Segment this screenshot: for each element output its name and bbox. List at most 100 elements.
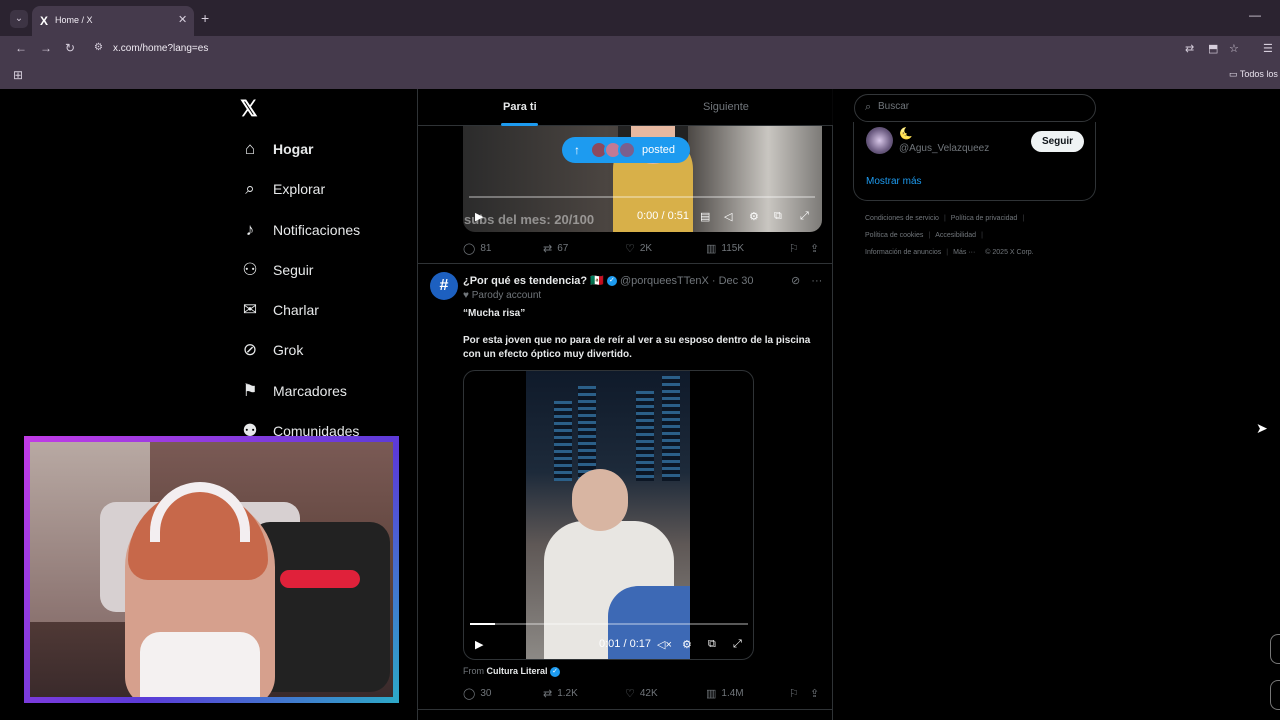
footer-link-terms[interactable]: Condiciones de servicio xyxy=(865,215,939,222)
nav-item-bookmarks[interactable]: ⚑ Marcadores xyxy=(240,378,347,404)
tab-following[interactable]: Siguiente xyxy=(703,101,749,113)
retweet-button[interactable]: ⇄ 67 xyxy=(543,242,568,255)
muted-volume-icon[interactable]: ◁× xyxy=(657,638,672,651)
new-posts-pill[interactable]: ↑ posted xyxy=(562,137,690,163)
avatar[interactable] xyxy=(866,127,893,154)
bookmark-button[interactable]: ⚐ xyxy=(789,242,804,255)
video-frame-detail xyxy=(554,401,572,481)
flag-icon: 🇲🇽 xyxy=(590,275,604,287)
forward-arrow-icon[interactable]: → xyxy=(40,41,52,55)
install-app-icon[interactable]: ⬒ xyxy=(1208,42,1218,55)
tab-for-you[interactable]: Para ti xyxy=(503,101,537,113)
tab-search-button[interactable]: ⌄ xyxy=(10,10,28,28)
nav-label: Marcadores xyxy=(273,383,347,399)
grok-icon: ⊘ xyxy=(242,340,258,359)
nav-item-explore[interactable]: ⌕ Explorar xyxy=(240,176,325,202)
grok-icon[interactable]: ⊘ xyxy=(791,275,800,287)
fullscreen-icon[interactable]: ⤢ xyxy=(800,210,809,223)
pip-icon[interactable]: ⧉ xyxy=(774,210,782,223)
play-icon[interactable]: ▶ xyxy=(475,210,483,223)
video-progress-fill xyxy=(470,623,495,625)
footer-link-privacy[interactable]: Política de privacidad xyxy=(951,215,1018,222)
settings-gear-icon[interactable]: ⚙ xyxy=(682,638,692,651)
nav-item-grok[interactable]: ⊘ Grok xyxy=(240,337,303,363)
extensions-icon[interactable]: ☰ xyxy=(1263,42,1273,55)
bookmark-folder[interactable]: ▭ Todos los xyxy=(1229,69,1278,80)
search-input[interactable] xyxy=(878,101,1078,112)
browser-toolbar: ← → ↻ ⚙ x.com/home?lang=es ⇄ ⬒ ☆ ☰ xyxy=(0,36,1280,62)
nav-item-messages[interactable]: ✉ Charlar xyxy=(240,297,319,323)
new-tab-button[interactable]: + xyxy=(201,10,209,26)
edge-handle[interactable] xyxy=(1270,680,1280,710)
pip-icon[interactable]: ⧉ xyxy=(708,638,716,651)
show-more-link[interactable]: Mostrar más xyxy=(866,176,922,187)
video-frame-detail xyxy=(578,386,596,481)
edge-handle[interactable] xyxy=(1270,634,1280,664)
view-count: 1.4M xyxy=(721,688,744,699)
footer-links: Condiciones de servicio | Política de priv… xyxy=(865,215,1025,222)
views-button[interactable]: ▥ 115K xyxy=(706,242,744,255)
footer-link-ads[interactable]: Información de anuncios xyxy=(865,249,941,256)
source-name[interactable]: Cultura Literal xyxy=(487,666,548,676)
analytics-icon: ▥ xyxy=(706,243,717,255)
views-button[interactable]: ▥ 1.4M xyxy=(706,687,744,700)
mask-icon: ♥ xyxy=(463,290,469,301)
active-tab-indicator xyxy=(501,123,538,126)
footer-link-accessibility[interactable]: Accesibilidad xyxy=(935,232,976,239)
browser-tab[interactable]: X Home / X ✕ xyxy=(32,6,194,36)
reload-icon[interactable]: ↻ xyxy=(65,41,75,55)
share-button[interactable]: ⇪ xyxy=(810,242,824,255)
footer-link-more[interactable]: Más ··· xyxy=(953,249,975,256)
reply-button[interactable]: ◯ 30 xyxy=(463,687,491,700)
x-favicon-icon: X xyxy=(40,14,49,28)
nav-item-home[interactable]: ⌂ Hogar xyxy=(240,136,314,162)
nav-label: Explorar xyxy=(273,181,326,197)
video-source: From Cultura Literal ✓ xyxy=(463,666,561,677)
nav-item-follow[interactable]: ⚇ Seguir xyxy=(240,257,313,283)
video-progress-bar[interactable] xyxy=(469,196,815,198)
nav-item-notifications[interactable]: ♪ Notificaciones xyxy=(240,217,360,243)
avatar[interactable]: # xyxy=(430,272,458,300)
fullscreen-icon[interactable]: ⤢ xyxy=(733,638,742,651)
address-bar[interactable]: x.com/home?lang=es xyxy=(113,43,208,54)
retweet-button[interactable]: ⇄ 1.2K xyxy=(543,687,578,700)
nav-label: Notificaciones xyxy=(273,222,361,238)
apps-grid-icon[interactable]: ⊞ xyxy=(13,68,23,82)
author-handle[interactable]: @porqueesTTenX xyxy=(620,275,709,287)
play-icon[interactable]: ▶ xyxy=(475,638,483,651)
minimize-window-button[interactable]: — xyxy=(1249,8,1261,22)
captions-icon[interactable]: ▤ xyxy=(700,210,710,223)
site-settings-icon[interactable]: ⚙ xyxy=(94,42,103,53)
translate-icon[interactable]: ⇄ xyxy=(1185,42,1194,55)
video-progress-bar[interactable] xyxy=(470,623,748,625)
home-timeline: Para ti Siguiente ↑ posted subs del mes:… xyxy=(417,89,833,720)
like-count: 42K xyxy=(639,688,658,699)
more-options-icon[interactable]: ··· xyxy=(811,275,822,287)
video-player[interactable]: ▶ 0:01 / 0:17 ◁× ⚙ ⧉ ⤢ xyxy=(463,370,754,660)
settings-gear-icon[interactable]: ⚙ xyxy=(749,210,759,223)
bookmark-button[interactable]: ⚐ xyxy=(789,687,804,700)
share-icon: ⇪ xyxy=(810,243,820,255)
parody-label: ♥ Parody account xyxy=(463,290,541,301)
x-logo-icon[interactable]: 𝕏 xyxy=(240,96,258,122)
back-arrow-icon[interactable]: ← xyxy=(15,41,27,55)
footer-link-cookies[interactable]: Política de cookies xyxy=(865,232,923,239)
suggested-handle[interactable]: @Agus_Velazqueez xyxy=(899,143,989,154)
share-button[interactable]: ⇪ xyxy=(810,687,824,700)
volume-icon[interactable]: ◁ xyxy=(724,210,732,223)
tweet-date[interactable]: · Dec 30 xyxy=(712,275,754,287)
close-tab-icon[interactable]: ✕ xyxy=(178,13,187,26)
like-button[interactable]: ♡ 2K xyxy=(625,242,652,255)
bookmark-star-icon[interactable]: ☆ xyxy=(1229,42,1239,55)
browser-tab-bar: ⌄ X Home / X ✕ + — xyxy=(0,0,1280,36)
follow-button[interactable]: Seguir xyxy=(1031,131,1084,152)
like-button[interactable]: ♡ 42K xyxy=(625,687,658,700)
author-name[interactable]: ¿Por qué es tendencia? xyxy=(463,275,587,287)
search-box[interactable]: ⌕ xyxy=(854,94,1096,122)
reply-icon: ◯ xyxy=(463,243,476,255)
retweet-icon: ⇄ xyxy=(543,688,553,700)
video-time: 0:00 / 0:51 xyxy=(637,210,689,222)
reply-button[interactable]: ◯ 81 xyxy=(463,242,491,255)
share-icon: ⇪ xyxy=(810,688,820,700)
video-overlay-text: subs del mes: 20/100 xyxy=(464,212,595,227)
